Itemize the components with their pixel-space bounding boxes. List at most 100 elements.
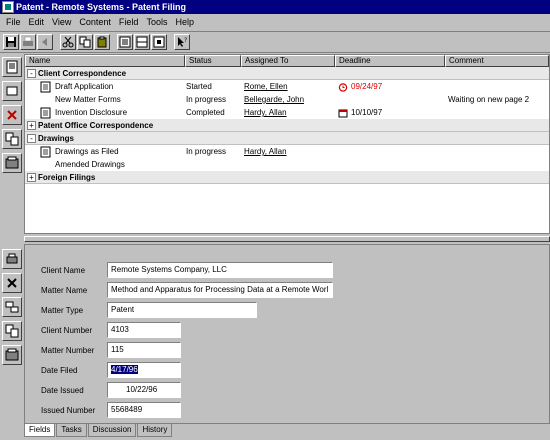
column-header-name[interactable]: Name [25,55,185,67]
item-name: New Matter Forms [55,95,121,104]
copy-button[interactable] [77,34,93,50]
item-name: Invention Disclosure [55,108,128,117]
item-name-cell: Invention Disclosure [25,107,185,119]
menu-file[interactable]: File [2,17,25,27]
help-button[interactable]: ? [174,34,190,50]
scissors-icon [62,36,74,48]
item-name-cell: Drawings as Filed [25,146,185,158]
item-assigned-link[interactable]: Rome, Ellen [241,82,335,91]
client-number-field[interactable]: 4103 [107,322,181,338]
column-header-assigned[interactable]: Assigned To [241,55,335,67]
edit-item-button[interactable] [2,81,22,101]
tab-fields[interactable]: Fields [24,424,56,437]
copy-icon [79,36,91,48]
view-form-button[interactable] [151,34,167,50]
menu-help[interactable]: Help [171,17,198,27]
matter-number-field[interactable]: 115 [107,342,181,358]
expand-icon[interactable]: + [27,120,36,130]
menu-content[interactable]: Content [75,17,115,27]
properties-button[interactable] [2,153,22,173]
collapse-icon[interactable]: - [27,133,36,143]
app-icon[interactable] [2,1,14,13]
tab-history[interactable]: History [137,424,173,437]
client-name-field[interactable]: Remote Systems Company, LLC [107,262,333,278]
form-properties-button[interactable] [2,345,22,365]
view-list-button[interactable] [117,34,133,50]
row-issued-number: Issued Number 5568489 [41,402,181,418]
menu-field[interactable]: Field [115,17,143,27]
item-deadline: 09/24/97 [335,82,445,92]
copy-item-button[interactable] [2,129,22,149]
document-icon [40,107,51,118]
form-link-button[interactable] [2,297,22,317]
item-status: In progress [186,95,227,104]
group-row[interactable]: + Patent Office Correspondence [25,119,549,132]
item-assigned-link[interactable]: Hardy, Allan [241,147,335,156]
column-header-status[interactable]: Status [185,55,241,67]
title-bar: Patent - Remote Systems - Patent Filing [0,0,550,14]
pane-splitter[interactable] [24,236,550,242]
form-delete-button[interactable] [2,273,22,293]
item-name-cell: New Matter Forms [25,94,185,106]
list-item[interactable]: Invention Disclosure Completed Hardy, Alla… [25,106,549,119]
item-name: Draft Application [55,82,114,91]
list-item[interactable]: Amended Drawings [25,158,549,171]
delete-item-button[interactable] [2,105,22,125]
form-new-button[interactable] [2,249,22,269]
item-assigned-link[interactable]: Hardy, Allan [241,108,335,117]
item-comment: Waiting on new page 2 [448,95,530,104]
date-filed-value: 4/17/96 [111,365,138,374]
item-assigned-link[interactable]: Bellegarde, John [241,95,335,104]
side-toolbar-list [1,55,23,230]
print-button[interactable] [20,34,36,50]
menu-view[interactable]: View [48,17,75,27]
view-split-button[interactable] [134,34,150,50]
tab-tasks[interactable]: Tasks [56,424,87,437]
item-deadline-value: 10/10/97 [351,108,383,117]
column-header-deadline[interactable]: Deadline [335,55,445,67]
menu-bar: File Edit View Content Field Tools Help [0,14,550,29]
blank-document-icon [6,86,18,96]
copy-icon [5,324,19,338]
issued-number-field[interactable]: 5568489 [107,402,181,418]
expand-icon[interactable]: + [27,172,36,182]
item-name: Amended Drawings [55,160,125,169]
client-number-label: Client Number [41,325,93,335]
save-button[interactable] [3,34,19,50]
group-row[interactable]: - Client Correspondence [25,67,549,80]
paste-button[interactable] [94,34,110,50]
collapse-icon[interactable]: - [27,68,36,78]
side-toolbar-form [1,247,23,365]
undo-button[interactable] [37,34,53,50]
close-icon [7,278,17,288]
matter-name-field[interactable]: Method and Apparatus for Processing Data… [107,282,333,298]
date-issued-field[interactable]: 10/22/96 [107,382,181,398]
copy-icon [5,132,19,146]
task-list: Name Status Assigned To Deadline Comment… [24,54,550,234]
menu-edit[interactable]: Edit [25,17,49,27]
matter-type-field[interactable]: Patent [107,302,257,318]
list-view-icon [119,36,131,48]
cut-button[interactable] [60,34,76,50]
item-name-cell: Amended Drawings [25,159,185,171]
link-icon [5,301,19,313]
window-title: Patent - Remote Systems - Patent Filing [16,2,187,12]
list-item[interactable]: New Matter Forms In progress Bellegarde, J… [25,93,549,106]
list-item[interactable]: Drawings as Filed In progress Hardy, Allan [25,145,549,158]
new-item-button[interactable] [2,57,22,77]
row-date-issued: Date Issued 10/22/96 [41,382,181,398]
form-copy-button[interactable] [2,321,22,341]
column-header-comment[interactable]: Comment [445,55,549,67]
tab-discussion[interactable]: Discussion [87,424,137,437]
group-row[interactable]: - Drawings [25,132,549,145]
date-filed-field[interactable]: 4/17/96 [107,362,181,378]
group-row[interactable]: + Foreign Filings [25,171,549,184]
bottom-tabs: Fields Tasks Discussion History [24,424,173,438]
menu-tools[interactable]: Tools [142,17,171,27]
document-icon [40,81,51,92]
item-status: In progress [186,147,227,156]
group-title: Patent Office Correspondence [38,120,154,130]
matter-number-label: Matter Number [41,345,95,355]
matter-type-label: Matter Type [41,305,84,315]
list-item[interactable]: Draft Application Started Rome, Ellen 09/24… [25,80,549,93]
